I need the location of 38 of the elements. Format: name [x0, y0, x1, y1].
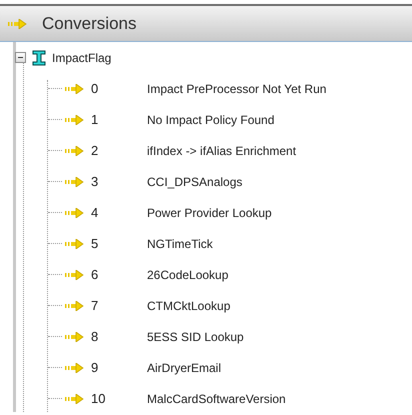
arrow-icon	[65, 300, 85, 310]
code-value[interactable]: 9	[91, 360, 147, 375]
arrow-icon	[65, 176, 85, 186]
conversion-name[interactable]: ifIndex -> ifAlias Enrichment	[147, 144, 296, 158]
conversion-name[interactable]: 5ESS SID Lookup	[147, 330, 244, 344]
code-value[interactable]: 0	[91, 81, 147, 96]
code-value[interactable]: 7	[91, 298, 147, 313]
arrow-icon	[8, 18, 28, 28]
i-beam-icon	[32, 50, 46, 66]
code-value[interactable]: 8	[91, 329, 147, 344]
conversion-name[interactable]: Power Provider Lookup	[147, 206, 272, 220]
code-value[interactable]: 10	[91, 391, 147, 406]
conversion-name[interactable]: CCI_DPSAnalogs	[147, 174, 242, 188]
arrow-icon	[65, 146, 85, 156]
conversion-name[interactable]: MalcCardSoftwareVersion	[147, 392, 286, 406]
conversion-name[interactable]: CTMCktLookup	[147, 298, 230, 312]
code-value[interactable]: 5	[91, 236, 147, 251]
code-value[interactable]: 3	[91, 174, 147, 189]
arrow-icon	[65, 114, 85, 124]
code-value[interactable]: 1	[91, 112, 147, 127]
arrow-icon	[65, 208, 85, 218]
conversion-name[interactable]: Impact PreProcessor Not Yet Run	[147, 82, 326, 96]
conversion-name[interactable]: 26CodeLookup	[147, 268, 228, 282]
code-value[interactable]: 6	[91, 267, 147, 282]
arrow-icon	[65, 84, 85, 94]
conversion-name[interactable]: No Impact Policy Found	[147, 112, 274, 126]
code-value[interactable]: 2	[91, 143, 147, 158]
arrow-icon	[65, 394, 85, 404]
conversion-name[interactable]: AirDryerEmail	[147, 360, 222, 374]
conversion-name[interactable]: NGTimeTick	[147, 236, 213, 250]
tree-node-label[interactable]: ImpactFlag	[52, 50, 112, 64]
collapse-toggle[interactable]	[15, 52, 26, 63]
arrow-icon	[65, 270, 85, 280]
arrow-icon	[65, 332, 85, 342]
code-value[interactable]: 4	[91, 205, 147, 220]
arrow-icon	[65, 238, 85, 248]
arrow-icon	[65, 362, 85, 372]
panel-title: Conversions	[42, 14, 136, 34]
